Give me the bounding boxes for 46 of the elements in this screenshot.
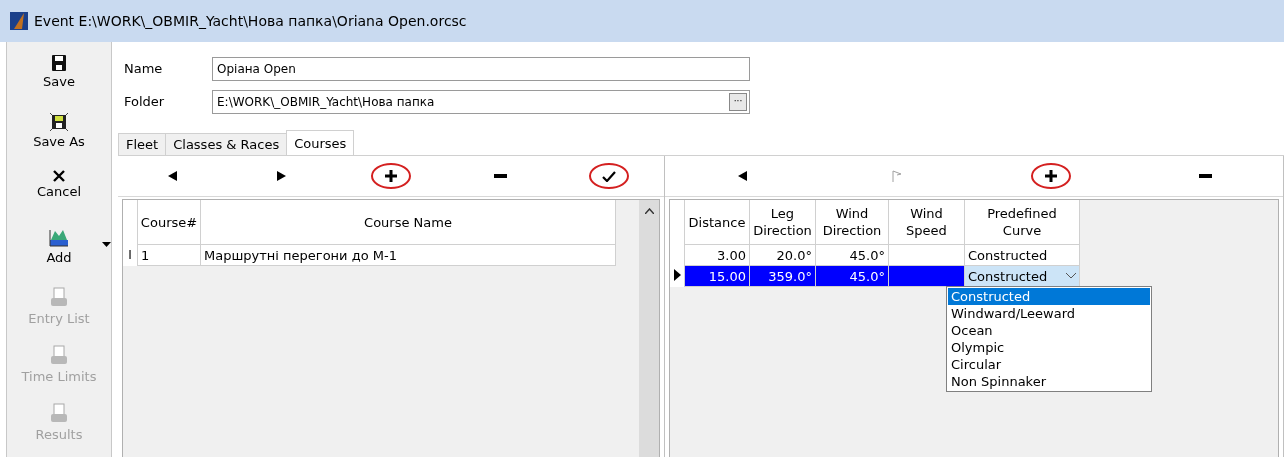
left-arrow-icon [737,171,747,181]
tab[interactable]: Courses [286,130,355,155]
dropdown-option[interactable]: Constructed [948,288,1150,305]
minus-icon [1199,174,1213,178]
toolbar-button[interactable] [370,163,411,189]
column-header: Course Name [200,200,616,245]
sidebar-button[interactable]: Add [9,224,109,283]
app-logo-icon [10,12,28,30]
chart-icon [48,228,70,249]
sidebar-button[interactable]: Cancel [9,166,109,225]
table-cell: Маршрутні перегони до М-1 [200,244,616,266]
close-icon [53,170,65,183]
tab[interactable]: Fleet [118,133,167,155]
browse-button[interactable]: ··· [729,92,747,111]
toolbar-button[interactable] [1031,163,1072,189]
plus-icon [384,170,397,182]
column-header: Predefined Curve [964,200,1080,245]
name-field[interactable]: Оріана Open [212,56,750,81]
column-header: Course# [137,200,201,245]
plus-icon [1045,170,1058,182]
chevron-down-icon [1066,273,1076,279]
tab[interactable]: Classes & Races [165,133,288,155]
column-header: Distance [684,200,750,245]
row-cursor: I [123,244,138,266]
scrollbar[interactable] [639,200,659,457]
right-arrow-icon [277,171,287,181]
printer-icon [49,286,69,309]
printer-icon [49,402,69,425]
minus-icon [493,174,507,178]
left-arrow-icon [168,171,178,181]
window-title: Event E:\WORK\_OBMIR_Yacht\Нова папка\Oriana Open.orcsc [34,13,467,29]
folder-field[interactable]: E:\WORK\_OBMIR_Yacht\Нова папка ··· [212,89,750,114]
column-header: Wind Direction [815,200,889,245]
field-label: Folder [124,94,166,109]
printer-icon [49,344,69,367]
column-header: Leg Direction [749,200,816,245]
scroll-up-icon[interactable] [644,208,654,214]
flag-icon [891,170,902,182]
sidebar-button[interactable]: Save [9,50,109,109]
toolbar-button[interactable] [589,163,630,189]
floppy-disk-icon [49,112,69,133]
caret-icon[interactable] [102,242,111,248]
sidebar-button[interactable]: Save As [9,108,109,167]
check-icon [602,170,617,182]
column-header: Wind Speed [888,200,965,245]
field-label: Name [124,61,164,76]
